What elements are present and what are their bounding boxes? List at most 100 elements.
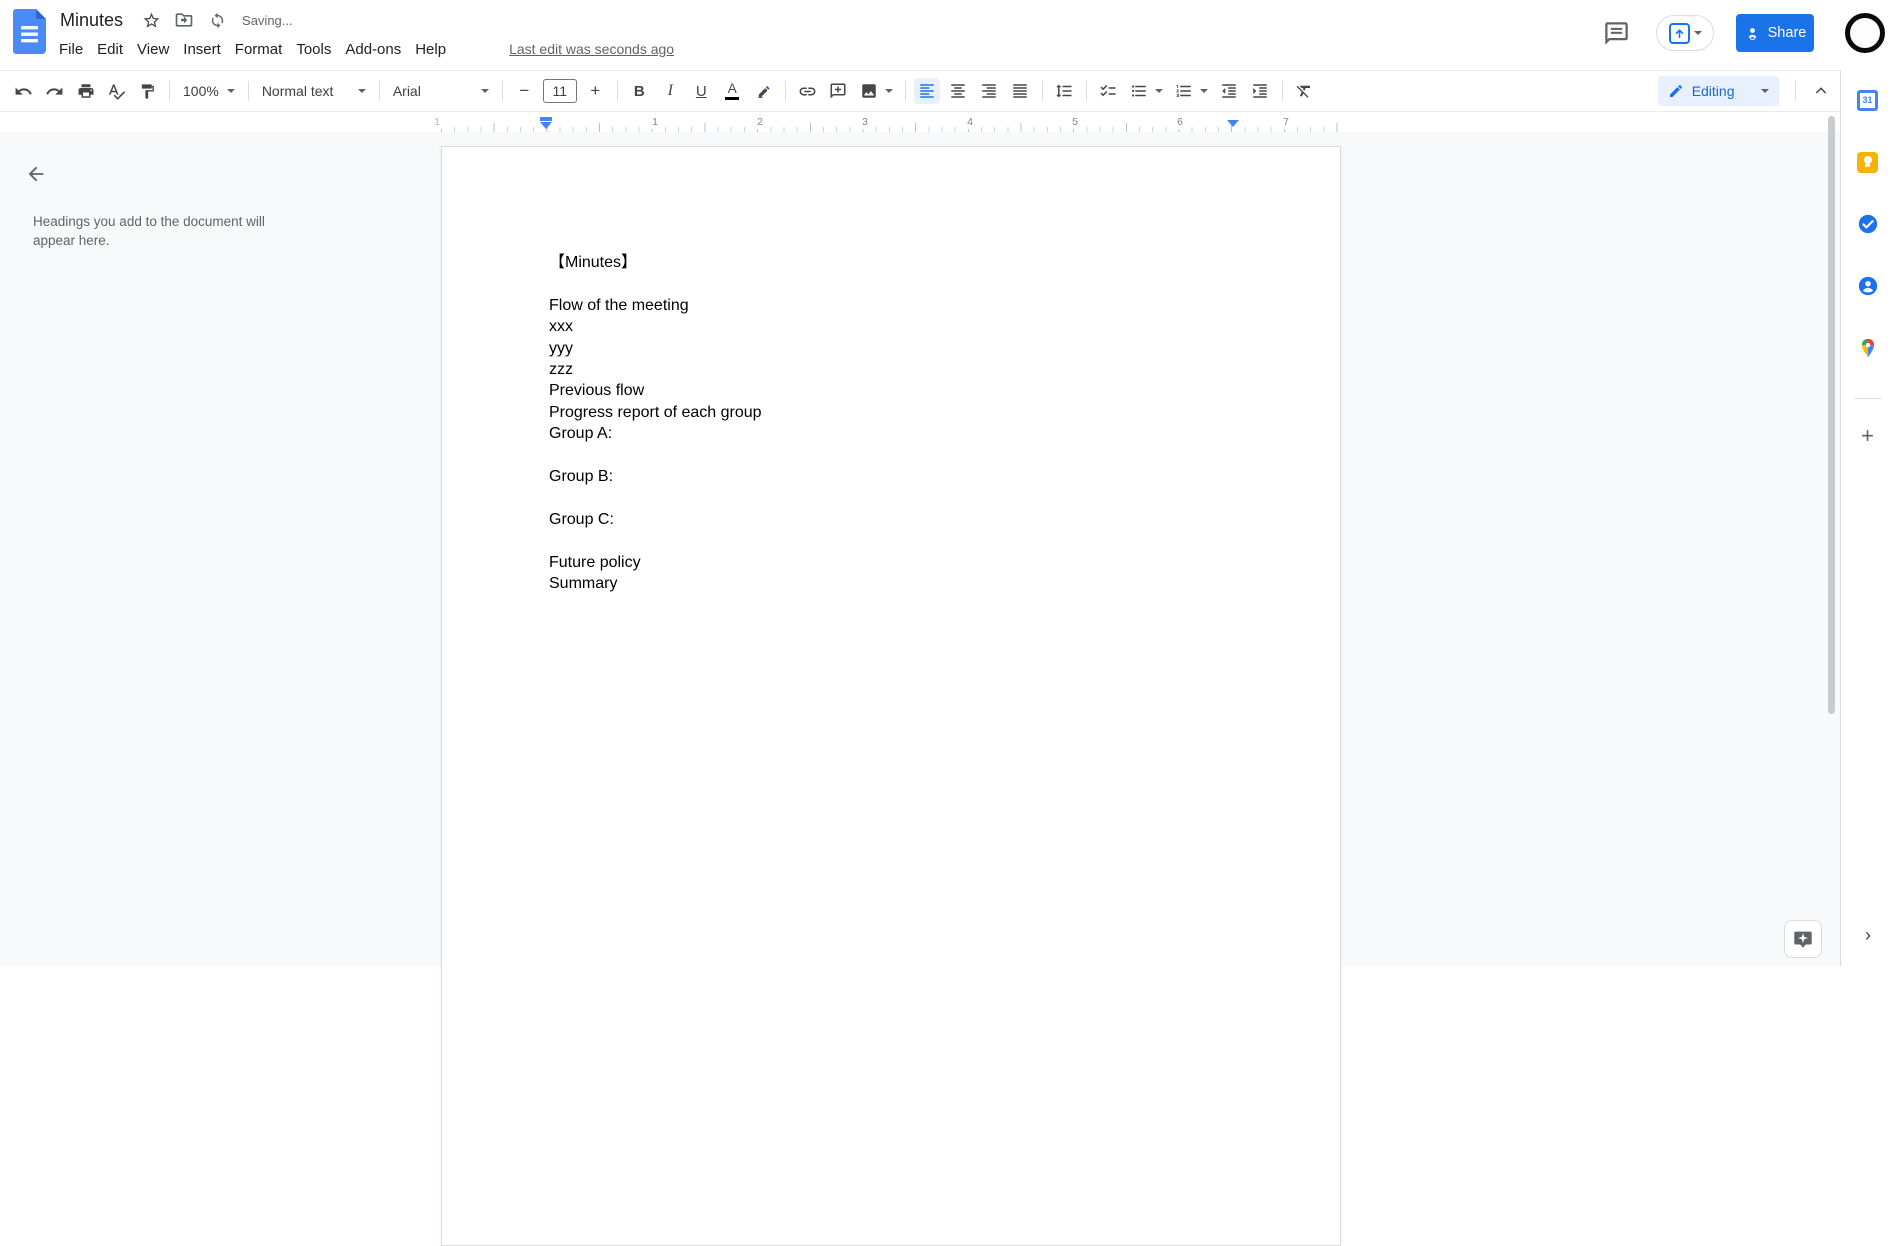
menu-tools[interactable]: Tools	[289, 38, 338, 61]
line-spacing-button[interactable]	[1051, 78, 1077, 104]
current-text-color-swatch	[725, 96, 740, 101]
document-editor[interactable]: 【Minutes】 Flow of the meeting xxx yyy zzz Pr…	[442, 147, 1340, 595]
ruler-number: 2	[754, 115, 766, 129]
numbered-list-button[interactable]	[1171, 78, 1197, 104]
add-comment-button[interactable]	[825, 78, 851, 104]
last-edit-link[interactable]: Last edit was seconds ago	[509, 41, 674, 57]
font-select[interactable]: Arial	[386, 78, 496, 104]
ruler-number: 4	[964, 115, 976, 129]
align-left-button[interactable]	[914, 78, 941, 104]
menu-edit[interactable]: Edit	[90, 38, 130, 61]
doc-line: Summary	[549, 575, 618, 593]
contacts-icon[interactable]	[1848, 266, 1888, 306]
bold-button[interactable]: B	[626, 78, 652, 104]
chevron-down-icon	[226, 89, 235, 93]
numbered-list-dropdown[interactable]	[1197, 78, 1211, 104]
menu-file[interactable]: File	[52, 38, 90, 61]
star-icon[interactable]	[141, 10, 161, 30]
companion-sidebar: 31 + ›	[1840, 70, 1894, 966]
redo-button[interactable]	[42, 78, 68, 104]
maps-icon[interactable]	[1848, 328, 1888, 368]
clear-formatting-button[interactable]	[1291, 78, 1317, 104]
bulleted-list-dropdown[interactable]	[1152, 78, 1166, 104]
doc-line	[549, 273, 1235, 294]
doc-line: yyy	[549, 339, 573, 357]
header: Minutes Saving... File Edit View Insert Form…	[0, 0, 1894, 70]
doc-line: Flow of the meeting	[549, 296, 689, 314]
bulleted-list-button[interactable]	[1126, 78, 1152, 104]
move-folder-icon[interactable]	[174, 10, 194, 30]
menu-add-ons[interactable]: Add-ons	[338, 38, 408, 61]
present-arrow-icon	[1668, 22, 1690, 44]
vertical-scrollbar[interactable]	[1828, 116, 1835, 714]
italic-button[interactable]: I	[657, 78, 683, 104]
share-button[interactable]: Share	[1736, 14, 1814, 52]
docs-logo-icon[interactable]	[13, 9, 46, 54]
calendar-icon[interactable]: 31	[1848, 80, 1888, 120]
doc-line: Progress report of each group	[549, 403, 762, 421]
left-indent-marker[interactable]	[540, 117, 552, 129]
editing-mode-select[interactable]: Editing	[1657, 76, 1779, 106]
google-docs-app: { "header": { "title": "Minutes", "savin…	[0, 0, 1894, 1246]
chevron-down-icon	[1693, 31, 1702, 35]
menu-format[interactable]: Format	[228, 38, 290, 61]
open-in-meet-button[interactable]	[1656, 15, 1714, 51]
doc-line	[549, 530, 1235, 551]
toolbar: 100% Normal text Arial − 11 + B I U A Ed…	[0, 70, 1840, 112]
text-color-button[interactable]: A	[719, 78, 745, 104]
get-addons-button[interactable]: +	[1861, 423, 1874, 449]
menu-help[interactable]: Help	[408, 38, 453, 61]
doc-line: Group C:	[549, 510, 614, 528]
menu-bar: File Edit View Insert Format Tools Add-ons Help…	[52, 36, 674, 62]
zoom-select[interactable]: 100%	[176, 78, 242, 104]
menu-insert[interactable]: Insert	[176, 38, 228, 61]
insert-image-dropdown[interactable]	[882, 78, 896, 104]
tasks-icon[interactable]	[1848, 204, 1888, 244]
increase-indent-button[interactable]	[1247, 78, 1273, 104]
menu-view[interactable]: View	[130, 38, 176, 61]
styles-select[interactable]: Normal text	[255, 78, 373, 104]
print-button[interactable]	[73, 78, 99, 104]
right-indent-marker[interactable]	[1227, 120, 1239, 127]
account-avatar[interactable]	[1845, 13, 1885, 53]
doc-line: Future policy	[549, 553, 641, 571]
open-comments-icon[interactable]	[1603, 20, 1630, 47]
close-outline-button[interactable]	[22, 160, 50, 188]
ruler-number: 5	[1069, 115, 1081, 129]
spellcheck-button[interactable]	[104, 78, 130, 104]
ruler[interactable]: 1 1 2 3 4 5 6 7	[0, 112, 1840, 132]
doc-line: zzz	[549, 361, 573, 379]
highlight-color-button[interactable]	[750, 78, 776, 104]
document-title[interactable]: Minutes	[60, 10, 123, 31]
document-page[interactable]: 【Minutes】 Flow of the meeting xxx yyy zzz Pr…	[441, 146, 1341, 1246]
keep-icon[interactable]	[1848, 142, 1888, 182]
doc-line	[549, 445, 1235, 466]
hide-side-panel-chevron[interactable]: ›	[1850, 917, 1886, 953]
sidebar-divider	[1854, 398, 1881, 399]
undo-button[interactable]	[11, 78, 37, 104]
doc-line	[549, 487, 1235, 508]
paint-format-button[interactable]	[135, 78, 161, 104]
sync-saving-icon	[207, 10, 227, 30]
decrease-indent-button[interactable]	[1216, 78, 1242, 104]
decrease-font-size-button[interactable]: −	[511, 78, 537, 104]
underline-button[interactable]: U	[688, 78, 714, 104]
explore-button[interactable]	[1784, 920, 1822, 958]
hide-menus-button[interactable]	[1808, 78, 1834, 104]
ruler-number: 1	[431, 115, 443, 129]
ruler-tickband	[441, 112, 1341, 132]
checklist-button[interactable]	[1095, 78, 1121, 104]
font-size-input[interactable]: 11	[542, 79, 577, 103]
align-right-button[interactable]	[976, 78, 1002, 104]
doc-line: Previous flow	[549, 382, 645, 400]
share-label: Share	[1767, 25, 1807, 41]
insert-image-button[interactable]	[856, 78, 882, 104]
insert-link-button[interactable]	[794, 78, 820, 104]
doc-line: Group A:	[549, 425, 613, 443]
justify-button[interactable]	[1007, 78, 1033, 104]
explore-sparkle-icon	[1794, 931, 1812, 948]
increase-font-size-button[interactable]: +	[582, 78, 608, 104]
align-center-button[interactable]	[945, 78, 971, 104]
doc-line: xxx	[549, 318, 573, 336]
doc-line: 【Minutes】	[549, 254, 638, 271]
